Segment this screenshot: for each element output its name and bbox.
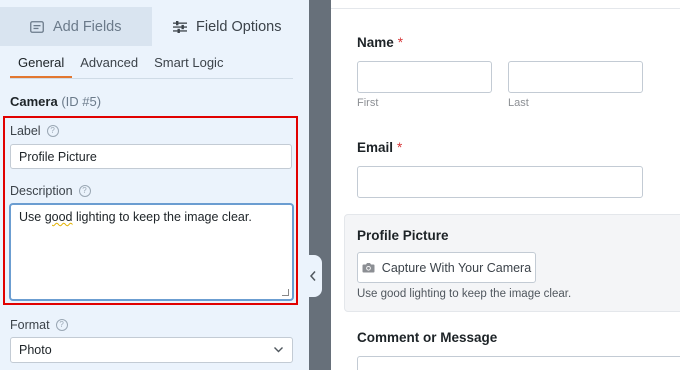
first-name-sublabel: First xyxy=(357,97,379,109)
first-name-input[interactable] xyxy=(357,61,492,93)
collapse-panel-button[interactable] xyxy=(303,255,322,297)
description-text-prefix: Use xyxy=(19,210,45,224)
help-icon[interactable]: ? xyxy=(46,125,59,137)
label-option-text: Label xyxy=(10,124,41,138)
panel-divider xyxy=(309,0,331,370)
field-title: Camera (ID #5) xyxy=(10,94,101,109)
subtab-divider xyxy=(10,78,293,79)
last-name-input[interactable] xyxy=(508,61,643,93)
format-select-value: Photo xyxy=(19,343,52,357)
camera-icon xyxy=(362,263,375,273)
description-textarea[interactable]: Use good lighting to keep the image clea… xyxy=(10,204,293,300)
tab-field-options[interactable]: Field Options xyxy=(151,7,303,46)
profile-picture-label: Profile Picture xyxy=(357,228,449,243)
capture-camera-button[interactable]: Capture With Your Camera xyxy=(357,252,536,283)
comment-field-label: Comment or Message xyxy=(357,330,498,345)
chevron-left-icon xyxy=(309,271,316,281)
tab-add-fields[interactable]: Add Fields xyxy=(0,7,152,46)
description-text-suffix: lighting to keep the image clear. xyxy=(72,210,252,224)
tab-field-options-label: Field Options xyxy=(196,18,282,35)
format-option-text: Format xyxy=(10,318,50,332)
description-text-spellcheck: good xyxy=(44,210,73,224)
fields-list-icon xyxy=(30,20,44,33)
subtab-smart-logic[interactable]: Smart Logic xyxy=(146,54,231,78)
description-option-text: Description xyxy=(10,184,73,198)
sliders-icon xyxy=(173,20,188,33)
email-input[interactable] xyxy=(357,166,643,198)
tab-add-fields-label: Add Fields xyxy=(52,18,122,35)
last-name-sublabel: Last xyxy=(508,97,529,109)
field-options-panel: Add Fields Field Options General Advance… xyxy=(0,0,303,370)
subtab-advanced[interactable]: Advanced xyxy=(72,54,146,78)
format-select[interactable]: Photo xyxy=(10,337,293,363)
required-marker: * xyxy=(397,140,403,155)
field-type-name: Camera xyxy=(10,94,58,109)
chevron-down-icon xyxy=(274,347,283,353)
description-option-label: Description ? xyxy=(10,184,91,198)
label-input[interactable]: Profile Picture xyxy=(10,144,292,169)
option-subtabs: General Advanced Smart Logic xyxy=(10,54,231,78)
email-label-text: Email xyxy=(357,140,394,155)
preview-top-strip xyxy=(331,0,680,9)
name-label-text: Name xyxy=(357,35,394,50)
capture-camera-label: Capture With Your Camera xyxy=(381,260,532,275)
field-id: (ID #5) xyxy=(61,94,102,109)
required-marker: * xyxy=(397,35,404,50)
subtab-general[interactable]: General xyxy=(10,54,73,78)
panel-tabs: Add Fields Field Options xyxy=(0,7,303,46)
resize-handle-icon[interactable] xyxy=(282,289,289,296)
profile-picture-description: Use good lighting to keep the image clea… xyxy=(357,288,572,300)
format-option-label: Format ? xyxy=(10,318,68,332)
help-icon[interactable]: ? xyxy=(78,185,91,197)
form-preview: Name * First Last Email * Profile Picture … xyxy=(331,0,680,370)
comment-textarea[interactable] xyxy=(357,356,680,370)
help-icon[interactable]: ? xyxy=(55,319,68,331)
label-option-label: Label ? xyxy=(10,124,59,138)
email-field-label: Email * xyxy=(357,140,402,155)
name-field-label: Name * xyxy=(357,35,403,50)
